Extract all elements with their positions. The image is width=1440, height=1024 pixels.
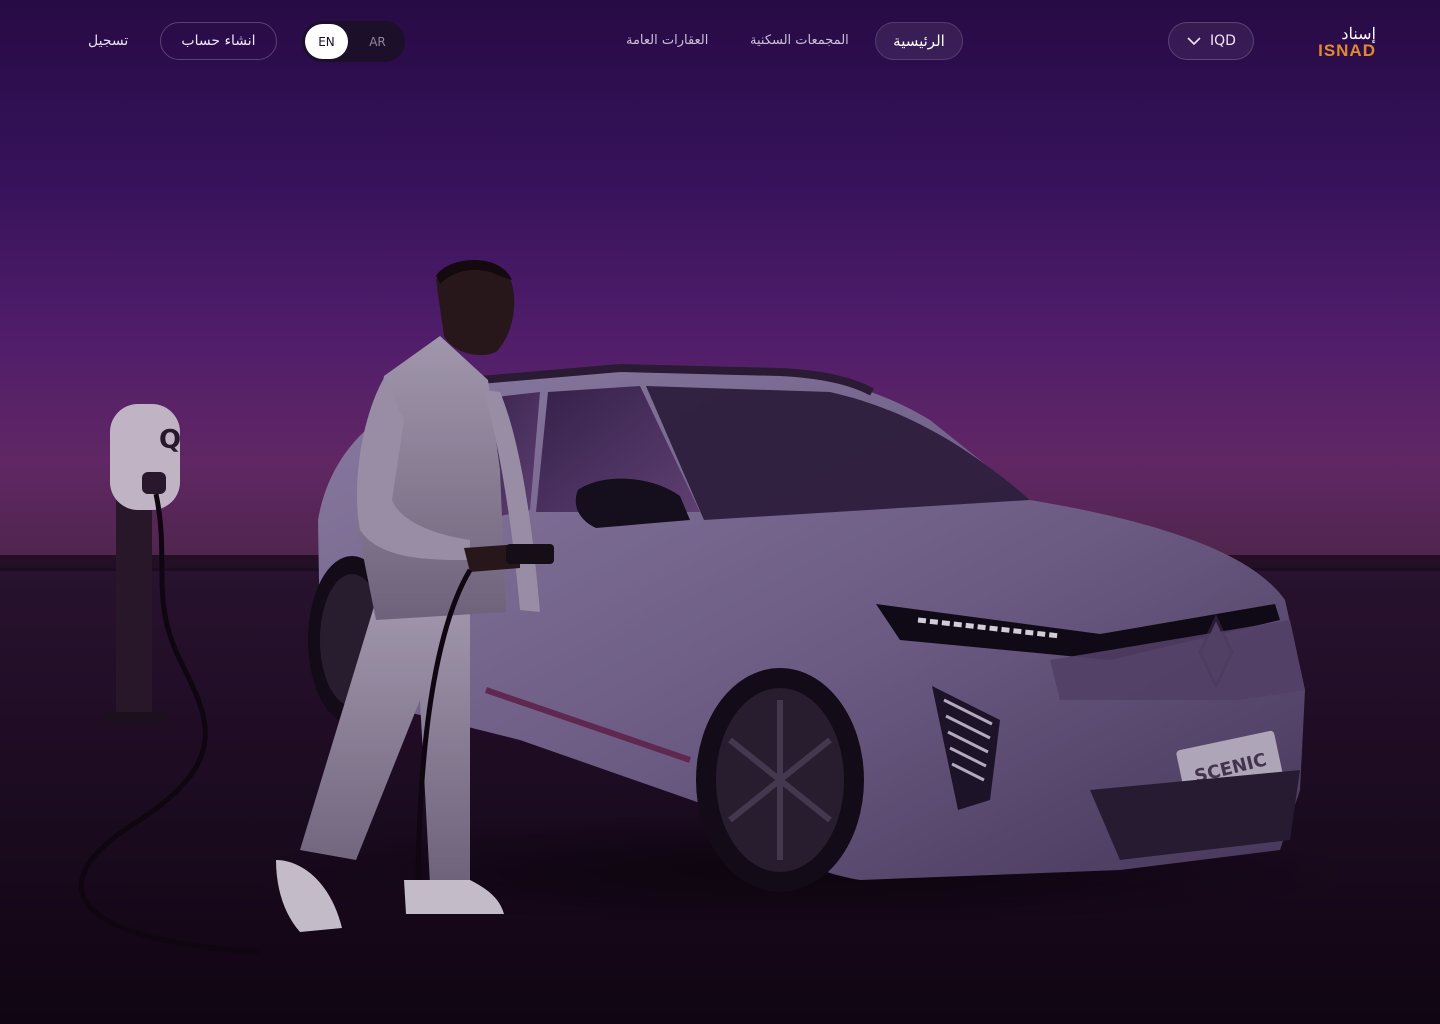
nav-item-public-real-estate[interactable]: العقارات العامة <box>626 33 708 48</box>
hero-image: Q SCENIC <box>0 0 1440 1024</box>
language-option-en[interactable]: EN <box>305 24 348 59</box>
currency-value: IQD <box>1210 33 1236 49</box>
language-toggle[interactable]: EN AR <box>302 21 405 62</box>
logo-latin-text: ISNAD <box>1318 41 1376 60</box>
login-link[interactable]: تسجيل <box>88 33 128 49</box>
create-account-button[interactable]: انشاء حساب <box>160 22 277 60</box>
chevron-down-icon <box>1187 37 1201 46</box>
language-option-ar[interactable]: AR <box>356 24 399 59</box>
nav-item-home[interactable]: الرئيسية <box>875 22 963 60</box>
create-account-label: انشاء حساب <box>181 33 256 49</box>
top-navigation-bar: إسناد ISNAD IQD الرئيسية المجمعات السكني… <box>0 0 1440 84</box>
nav-item-home-label: الرئيسية <box>893 32 945 50</box>
currency-selector[interactable]: IQD <box>1168 22 1254 60</box>
isnad-logo[interactable]: إسناد ISNAD <box>1306 24 1380 62</box>
nav-item-residential-complexes[interactable]: المجمعات السكنية <box>750 33 849 48</box>
